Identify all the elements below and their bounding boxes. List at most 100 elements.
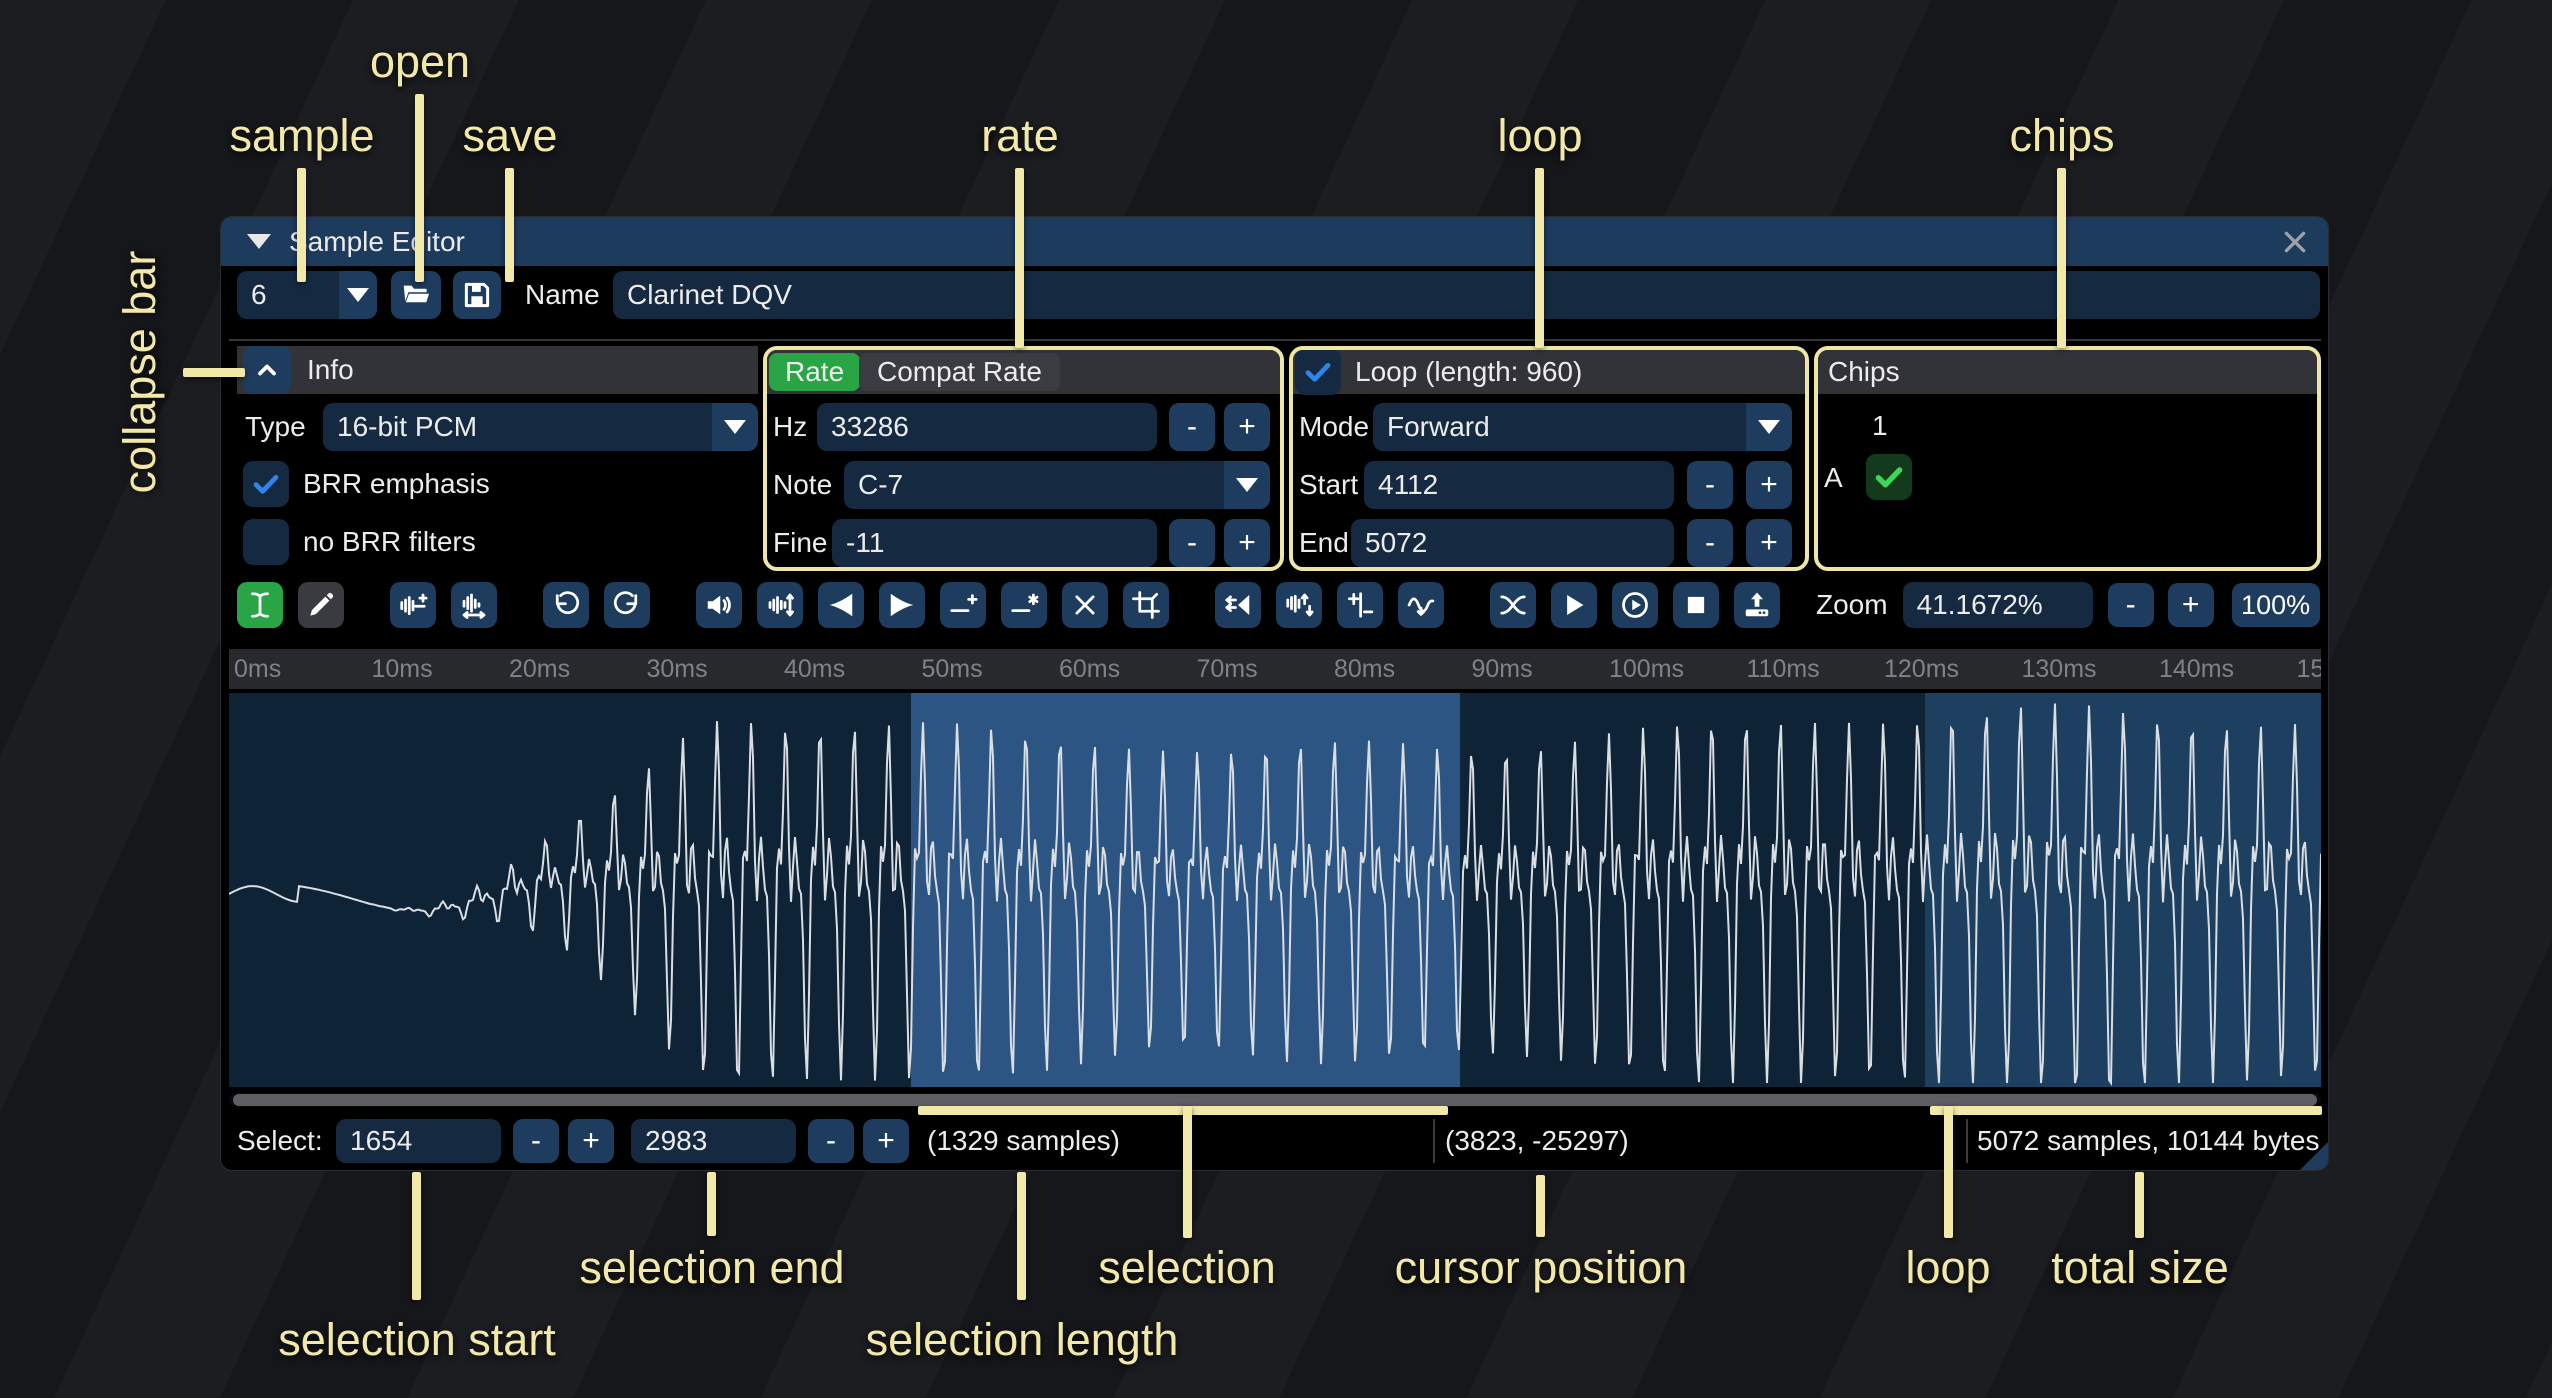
hz-plus-button[interactable]: + [1224,403,1270,451]
close-button[interactable] [2278,225,2312,259]
loop-start-plus-button[interactable]: + [1746,461,1792,509]
timeline-ruler: 0ms10ms20ms30ms40ms50ms60ms70ms80ms90ms1… [229,649,2321,689]
undo-button[interactable] [543,582,589,628]
ruler-label: 140ms [2159,649,2234,689]
selection-start-minus-button[interactable]: - [513,1119,559,1163]
crossfade-button[interactable] [1490,582,1536,628]
signed-unsigned-button[interactable] [1337,582,1383,628]
chevron-down-icon[interactable] [1224,461,1270,509]
wave-stretch-icon [459,590,489,620]
squiggle-icon [1406,590,1436,620]
fine-plus-button[interactable]: + [1224,519,1270,567]
resize-grip[interactable] [2299,1141,2329,1171]
selection-end-minus-button[interactable]: - [808,1119,854,1163]
chevron-down-icon[interactable] [712,403,758,451]
name-input[interactable]: Clarinet DQV [613,271,2320,319]
loop-end-minus-button[interactable]: - [1687,519,1733,567]
loop-end-input[interactable]: 5072 [1351,519,1674,567]
annotation-rate: rate [981,110,1059,162]
filter-button[interactable] [1398,582,1444,628]
amplify-button[interactable] [696,582,742,628]
loop-panel: Loop (length: 960) Mode Forward Start 41… [1289,346,1809,571]
insert-silence-button[interactable] [940,582,986,628]
loop-start-minus-button[interactable]: - [1687,461,1733,509]
fade-in-button[interactable] [818,582,864,628]
zoom-in-button[interactable]: + [2168,583,2214,627]
chevron-down-icon[interactable] [339,271,377,319]
loop-enable-checkbox[interactable] [1295,349,1341,395]
selection-end-plus-button[interactable]: + [863,1119,909,1163]
selection-start-input[interactable]: 1654 [336,1119,501,1163]
selection-length-text: (1329 samples) [927,1119,1120,1163]
preview-button[interactable] [1612,582,1658,628]
chevron-down-icon[interactable] [1746,403,1792,451]
loop-mode-select[interactable]: Forward [1373,403,1792,451]
undo-icon [551,590,581,620]
zoom-out-button[interactable]: - [2108,583,2154,627]
resample-button[interactable] [451,582,497,628]
loop-start-input[interactable]: 4112 [1364,461,1674,509]
hz-label: Hz [773,403,807,451]
draw-mode-button[interactable] [298,582,344,628]
hz-minus-button[interactable]: - [1169,403,1215,451]
open-sample-button[interactable] [391,271,441,319]
fade-in-icon [826,590,856,620]
apply-silence-button[interactable] [1001,582,1047,628]
delete-button[interactable] [1062,582,1108,628]
collapse-bar-button[interactable] [243,346,291,394]
type-label: Type [245,403,306,451]
zoom-input[interactable]: 41.1672% [1903,582,2093,628]
invert-button[interactable] [1276,582,1322,628]
waveform-display[interactable] [229,693,2321,1087]
chips-panel-header: Chips [1818,350,2317,394]
hz-input[interactable]: 33286 [817,403,1157,451]
ruler-label: 50ms [922,649,983,689]
normalize-button[interactable] [757,582,803,628]
line-star-icon [1009,590,1039,620]
chips-row-label: A [1824,454,1843,502]
plusminus-icon [1345,590,1375,620]
zoom-reset-button[interactable]: 100% [2232,583,2320,627]
annotation-selection-start: selection start [278,1314,556,1366]
scrollbar-thumb[interactable] [233,1094,2317,1106]
annotation-save: save [462,110,557,162]
trim-button[interactable] [1123,582,1169,628]
loop-panel-header: Loop (length: 960) [1293,350,1805,394]
waveform-scrollbar[interactable] [229,1093,2321,1107]
redo-button[interactable] [604,582,650,628]
reverse-button[interactable] [1215,582,1261,628]
title-bar[interactable]: Sample Editor [221,217,2328,266]
annotation-loop-top: loop [1497,110,1582,162]
rate-panel: Rate Compat Rate Hz 33286 - + Note C-7 F… [763,346,1284,571]
play-icon [1559,590,1589,620]
chip-enable-checkbox[interactable] [1866,454,1912,500]
info-panel-header: Info [237,346,758,394]
selection-end-input[interactable]: 2983 [631,1119,796,1163]
fine-input[interactable]: -11 [832,519,1157,567]
fine-minus-button[interactable]: - [1169,519,1215,567]
note-label: Note [773,461,832,509]
loop-end-plus-button[interactable]: + [1746,519,1792,567]
chevron-up-icon [253,356,281,384]
make-instrument-button[interactable] [1734,582,1780,628]
no-brr-filters-checkbox[interactable] [243,519,289,565]
check-icon [250,468,282,500]
tab-compat-rate[interactable]: Compat Rate [859,353,1060,391]
brr-emphasis-checkbox[interactable] [243,461,289,507]
sample-number-select[interactable]: 6 [237,271,377,319]
fade-out-button[interactable] [879,582,925,628]
type-select[interactable]: 16-bit PCM [323,403,758,451]
tab-rate[interactable]: Rate [769,353,860,391]
stop-button[interactable] [1673,582,1719,628]
note-select[interactable]: C-7 [844,461,1270,509]
ruler-label: 130ms [2022,649,2097,689]
selection-start-plus-button[interactable]: + [568,1119,614,1163]
resize-button[interactable] [390,582,436,628]
save-sample-button[interactable] [453,271,501,319]
play-button[interactable] [1551,582,1597,628]
select-mode-button[interactable] [237,582,283,628]
zoom-value: 41.1672% [1917,589,2043,621]
loop-header-label: Loop (length: 960) [1355,356,1582,388]
wave-updown-icon [765,590,795,620]
window-collapse-icon[interactable] [247,234,271,249]
